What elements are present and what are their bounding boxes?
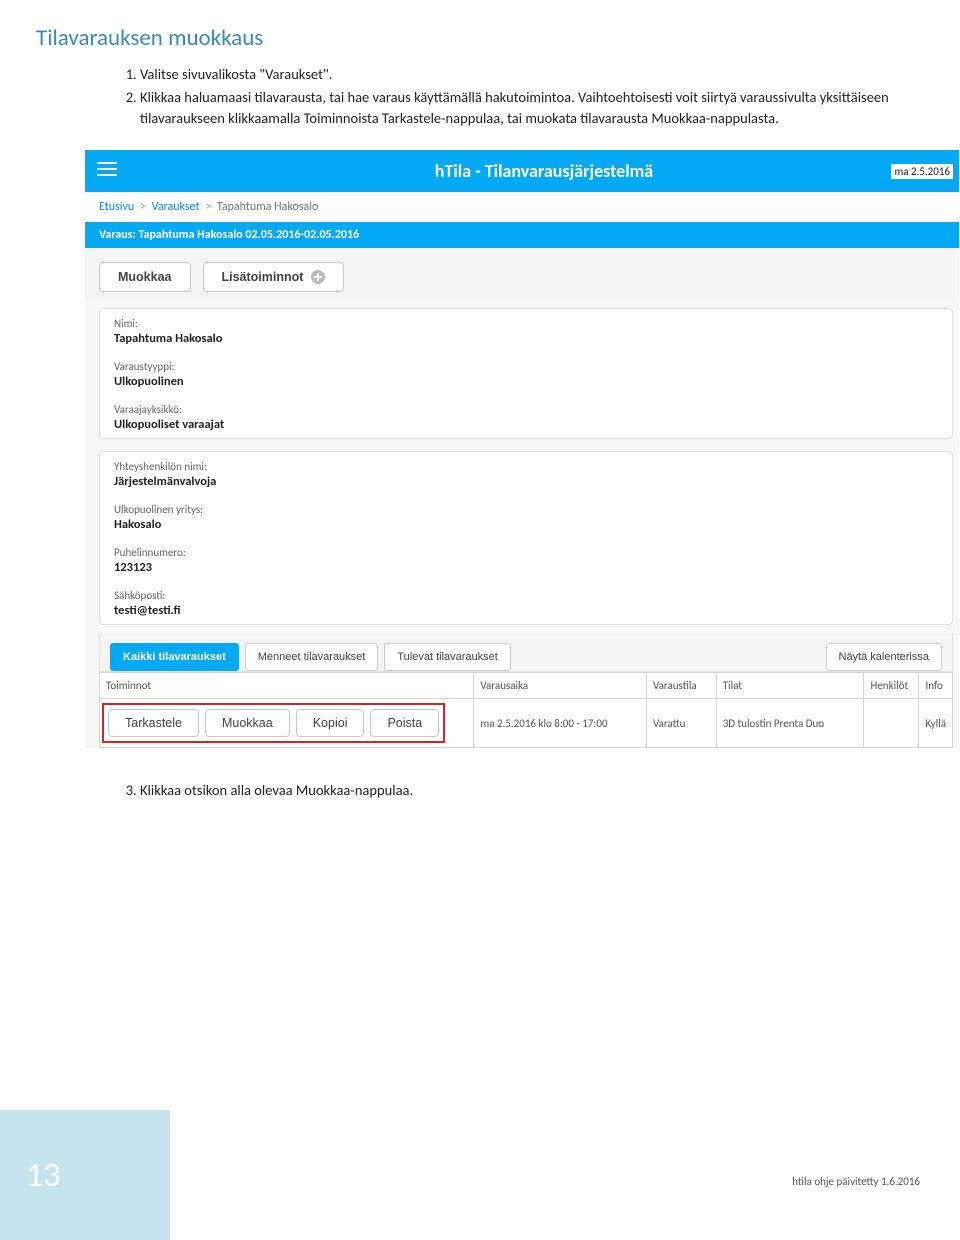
col-tilat: Tilat	[716, 673, 864, 699]
breadcrumb-etusivu[interactable]: Etusivu	[99, 200, 134, 214]
app-date: ma 2.5.2016	[891, 164, 953, 179]
muokkaa-button[interactable]: Muokkaa	[99, 262, 191, 292]
instruction-list: Valitse sivuvalikosta "Varaukset". Klikk…	[0, 64, 960, 149]
email-value: testi@testi.fi	[114, 603, 938, 618]
yksikko-value: Ulkopuoliset varaajat	[114, 417, 938, 432]
cell-henkilot	[864, 699, 919, 748]
tab-kaikki[interactable]: Kaikki tilavaraukset	[110, 643, 239, 671]
table-row: Tarkastele Muokkaa Kopioi Poista ma 2.5.…	[100, 699, 953, 748]
yritys-label: Ulkopuolinen yritys:	[114, 503, 938, 516]
reservation-title-bar: Varaus: Tapahtuma Hakosalo 02.05.2016-02…	[85, 222, 959, 248]
cell-varaustila: Varattu	[646, 699, 716, 748]
puh-label: Puhelinnumero:	[114, 546, 938, 559]
app-header: hTila - Tilanvarausjärjestelmä ma 2.5.20…	[85, 150, 959, 192]
col-varausaika: Varausaika	[474, 673, 647, 699]
cell-info: Kyllä	[919, 699, 953, 748]
kopioi-button[interactable]: Kopioi	[296, 709, 365, 737]
cell-varausaika: ma 2.5.2016 klo 8:00 - 17:00	[474, 699, 647, 748]
tab-menneet[interactable]: Menneet tilavaraukset	[245, 643, 379, 671]
breadcrumb-current: Tapahtuma Hakosalo	[217, 200, 318, 214]
info-card-2: Yhteyshenkilön nimi: Järjestelmänvalvoja…	[99, 451, 953, 625]
info-card-1: Nimi: Tapahtuma Hakosalo Varaustyyppi: U…	[99, 308, 953, 439]
instruction-list-cont: Klikkaa otsikon alla olevaa Muokkaa-napp…	[0, 767, 960, 799]
row-tools-highlight: Tarkastele Muokkaa Kopioi Poista	[102, 703, 445, 743]
yritys-value: Hakosalo	[114, 517, 938, 532]
step-3: Klikkaa otsikon alla olevaa Muokkaa-napp…	[140, 781, 900, 799]
footer-updated: htila ohje päivitetty 1.6.2016	[792, 1175, 920, 1188]
step-1: Valitse sivuvalikosta "Varaukset".	[140, 64, 900, 85]
nimi-label: Nimi:	[114, 317, 938, 330]
app-screenshot: hTila - Tilanvarausjärjestelmä ma 2.5.20…	[84, 149, 960, 749]
yht-label: Yhteyshenkilön nimi:	[114, 460, 938, 473]
col-henkilot: Henkilöt	[864, 673, 919, 699]
yksikko-label: Varaajayksikkö:	[114, 403, 938, 416]
hamburger-button[interactable]	[85, 150, 129, 192]
hamburger-icon	[97, 162, 117, 181]
poista-button[interactable]: Poista	[370, 709, 439, 737]
col-toiminnot: Toiminnot	[100, 673, 474, 699]
app-title: hTila - Tilanvarausjärjestelmä	[129, 160, 959, 182]
col-info: Info	[919, 673, 953, 699]
breadcrumb: Etusivu > Varaukset > Tapahtuma Hakosalo	[85, 192, 959, 222]
tyyppi-value: Ulkopuolinen	[114, 374, 938, 389]
lisatoiminnot-label: Lisätoiminnot	[222, 270, 304, 284]
tab-tulevat[interactable]: Tulevat tilavaraukset	[384, 643, 510, 671]
puh-value: 123123	[114, 560, 938, 575]
breadcrumb-varaukset[interactable]: Varaukset	[152, 200, 200, 214]
cell-tilat: 3D tulostin Prenta Duo	[716, 699, 864, 748]
section-title: Tilavarauksen muokkaus	[0, 24, 960, 64]
lisatoiminnot-button[interactable]: Lisätoiminnot	[203, 262, 345, 292]
reservation-table-wrap: Toiminnot Varausaika Varaustila Tilat He…	[99, 672, 953, 748]
nayta-kalenterissa-button[interactable]: Näytä kalenterissa	[826, 643, 943, 671]
tyyppi-label: Varaustyyppi:	[114, 360, 938, 373]
breadcrumb-sep-2: >	[202, 200, 214, 214]
action-toolbar: Muokkaa Lisätoiminnot	[85, 248, 959, 302]
step-2: Klikkaa haluamaasi tilavarausta, tai hae…	[140, 87, 900, 129]
plus-icon	[311, 270, 325, 284]
yht-value: Järjestelmänvalvoja	[114, 474, 938, 489]
email-label: Sähköposti:	[114, 589, 938, 602]
muokkaa-row-button[interactable]: Muokkaa	[205, 709, 290, 737]
col-varaustila: Varaustila	[646, 673, 716, 699]
page-number: 13	[26, 1155, 60, 1196]
breadcrumb-sep-1: >	[137, 200, 149, 214]
tarkastele-button[interactable]: Tarkastele	[108, 709, 199, 737]
nimi-value: Tapahtuma Hakosalo	[114, 331, 938, 346]
tabs-row: Kaikki tilavaraukset Menneet tilavarauks…	[99, 633, 953, 672]
reservation-table: Toiminnot Varausaika Varaustila Tilat He…	[99, 672, 953, 748]
